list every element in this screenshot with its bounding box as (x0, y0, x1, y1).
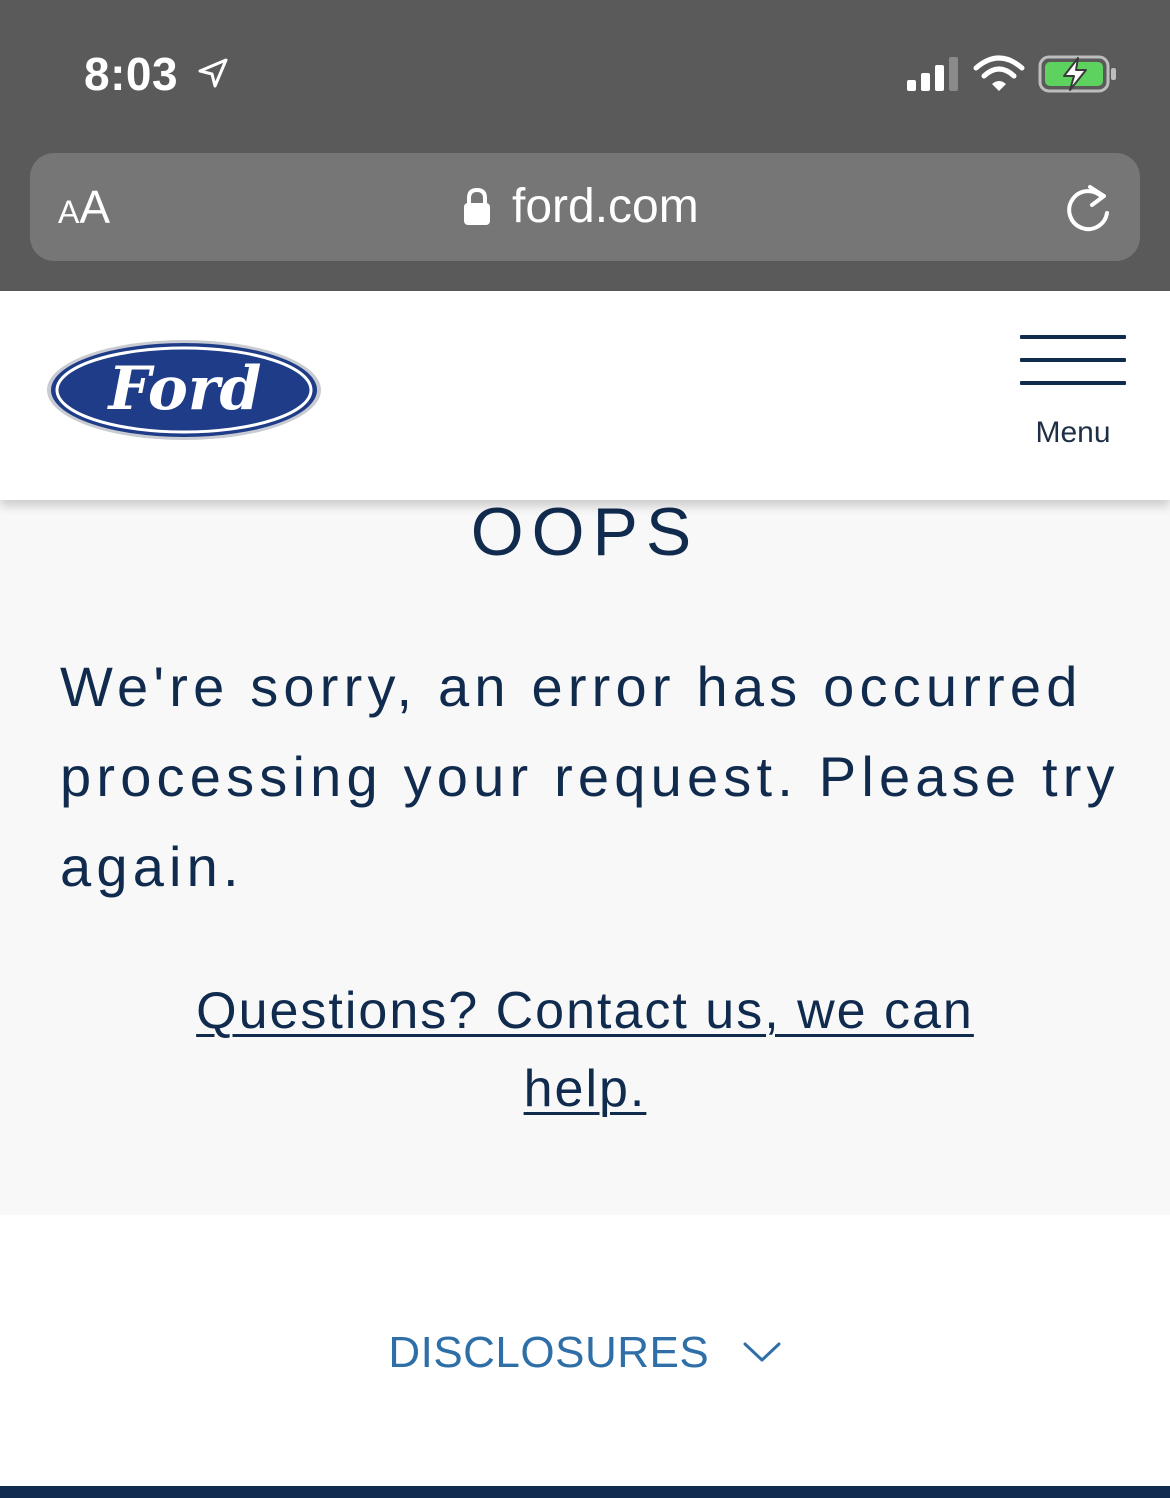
url-text[interactable]: ford.com (512, 177, 699, 237)
hamburger-icon (1020, 335, 1126, 395)
menu-button[interactable]: Menu (1018, 333, 1128, 458)
contact-us-link[interactable]: Questions? Contact us, we can help. (150, 972, 1020, 1128)
text-size-small-label: A (58, 194, 80, 230)
ford-logo-text: Ford (107, 354, 262, 424)
text-size-large-label: A (79, 181, 111, 233)
footer-bar (0, 1486, 1170, 1498)
lock-icon (464, 187, 490, 225)
site-header: Ford Menu (0, 291, 1170, 500)
error-section: OOPS We're sorry, an error has occurred … (0, 494, 1170, 1215)
wifi-icon (973, 55, 1025, 91)
disclosures-label: DISCLOSURES (388, 1328, 710, 1377)
ford-logo[interactable]: Ford (44, 337, 324, 443)
browser-chrome: 8:03 AA ford.com (0, 0, 1170, 291)
chevron-down-icon (743, 1342, 781, 1362)
error-message: We're sorry, an error has occurred proce… (60, 655, 1120, 898)
disclosures-toggle[interactable]: DISCLOSURES (0, 1318, 1170, 1388)
text-size-button[interactable]: AA (58, 177, 110, 237)
address-bar[interactable]: AA ford.com (30, 153, 1140, 261)
menu-label: Menu (1035, 416, 1111, 449)
cellular-signal-icon (907, 57, 958, 91)
location-arrow-icon (198, 58, 228, 88)
status-time: 8:03 (84, 48, 179, 100)
battery-charging-icon (1038, 55, 1116, 93)
reload-icon[interactable] (1064, 183, 1114, 233)
